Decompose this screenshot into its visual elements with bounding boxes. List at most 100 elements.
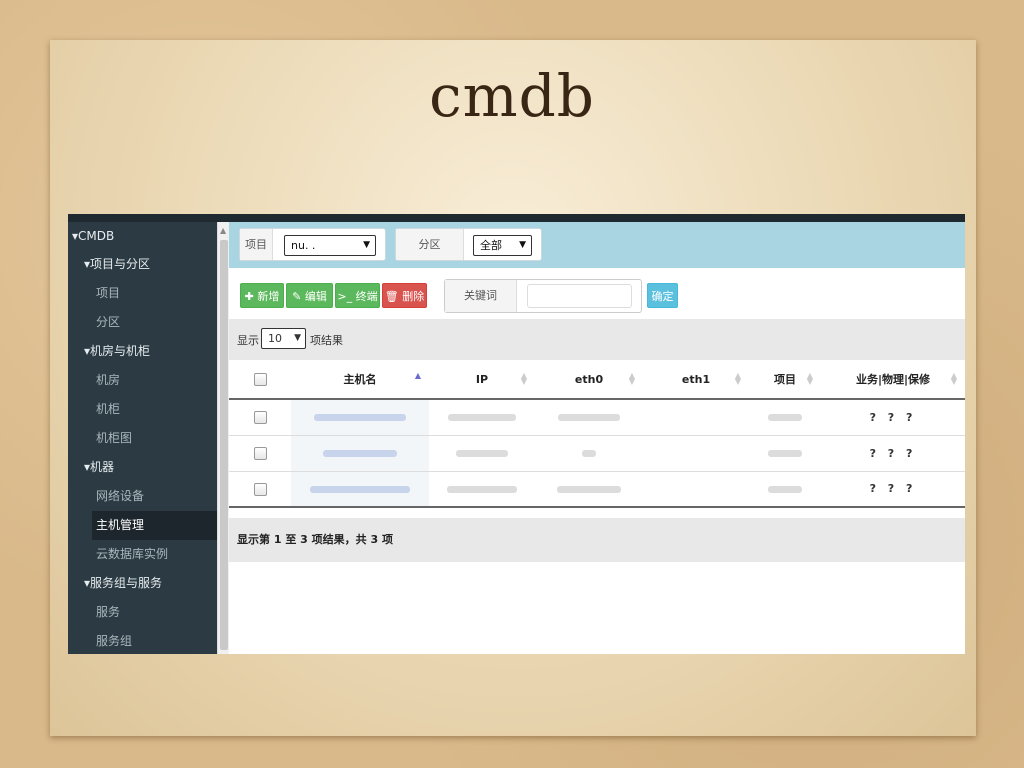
- sidebar-scrollbar[interactable]: ▲: [217, 222, 229, 654]
- ip-value: [456, 450, 508, 457]
- status-cell: ? ? ?: [821, 471, 965, 508]
- project-select[interactable]: nu. . ▼: [284, 235, 376, 256]
- column-eth1[interactable]: eth1 ▲ ▼: [643, 360, 749, 400]
- confirm-button[interactable]: 确定: [647, 283, 678, 308]
- table-info: 显示第 1 至 3 项结果，共 3 项: [229, 518, 965, 562]
- row-checkbox[interactable]: [253, 482, 267, 496]
- zone-filter: 分区 全部 ▼: [395, 228, 542, 261]
- sidebar-item-rack-map[interactable]: 机柜图: [68, 424, 217, 453]
- project-filter-label: 项目: [240, 229, 273, 260]
- action-bar: ✚ 新增 ✎ 编辑 >_ 终端 🗑 删除 关键词 确定: [229, 273, 965, 313]
- sort-icon: ▲ ▼: [950, 371, 957, 386]
- status-value: ? ? ?: [869, 410, 917, 424]
- project-value: [768, 414, 802, 422]
- select-all-checkbox[interactable]: [253, 372, 267, 386]
- add-button[interactable]: ✚ 新增: [240, 283, 284, 308]
- row-select-cell: [229, 435, 291, 472]
- project-cell: [749, 399, 821, 436]
- top-bar: [68, 214, 965, 222]
- hostname-cell[interactable]: [291, 471, 429, 508]
- ip-value: [447, 485, 517, 493]
- row-select-cell: [229, 471, 291, 508]
- edit-button[interactable]: ✎ 编辑: [286, 283, 333, 308]
- scroll-thumb[interactable]: [220, 240, 228, 650]
- column-project[interactable]: 项目 ▲ ▼: [749, 360, 821, 400]
- column-hostname-label: 主机名: [343, 373, 377, 386]
- ip-value: [448, 414, 516, 422]
- ip-cell: [429, 435, 535, 472]
- row-checkbox[interactable]: [253, 446, 267, 460]
- sidebar-item-service-group[interactable]: 服务组: [68, 627, 217, 654]
- column-ip[interactable]: IP ▲ ▼: [429, 360, 535, 400]
- keyword-input[interactable]: [527, 284, 632, 308]
- sidebar-item-host-management[interactable]: 主机管理: [92, 511, 217, 540]
- project-cell: [749, 435, 821, 472]
- project-value: [768, 485, 802, 493]
- row-checkbox[interactable]: [253, 411, 267, 424]
- table-row[interactable]: ? ? ?: [229, 399, 965, 436]
- eth0-cell: [535, 471, 643, 508]
- sidebar-item-idc[interactable]: 机房: [68, 366, 217, 395]
- sidebar-item-project[interactable]: 项目: [68, 279, 217, 308]
- column-eth0[interactable]: eth0 ▲ ▼: [535, 360, 643, 400]
- main-panel: 项目 nu. . ▼ 分区 全部 ▼ ✚ 新增 ✎ 编辑 >_ 终端 🗑 删除 …: [229, 222, 965, 654]
- column-eth1-label: eth1: [681, 372, 711, 386]
- delete-button[interactable]: 🗑 删除: [382, 283, 427, 308]
- eth0-cell: [535, 435, 643, 472]
- length-menu-bar: 显示 10 ▼ 项结果: [229, 319, 965, 360]
- sidebar-item-rack[interactable]: 机柜: [68, 395, 217, 424]
- eth1-cell: [643, 435, 749, 472]
- chevron-down-icon: ▼: [519, 240, 526, 250]
- column-project-label: 项目: [774, 373, 796, 386]
- column-status-label: 业务|物理|保修: [855, 373, 931, 386]
- column-status[interactable]: 业务|物理|保修 ▲ ▼: [821, 360, 965, 400]
- table-row[interactable]: ? ? ?: [229, 471, 965, 508]
- hostname-link[interactable]: [314, 414, 406, 422]
- keyword-label: 关键词: [445, 280, 517, 312]
- sort-asc-icon: ▲: [414, 371, 421, 380]
- zone-select-value: 全部: [480, 239, 502, 252]
- eth0-value: [557, 485, 621, 493]
- hostname-link[interactable]: [310, 485, 410, 493]
- length-prefix: 显示: [237, 334, 259, 347]
- sidebar-item-cloud-db[interactable]: 云数据库实例: [68, 540, 217, 569]
- column-ip-label: IP: [475, 372, 489, 386]
- scroll-up-icon[interactable]: ▲: [220, 226, 226, 235]
- table-header-row: 主机名 ▲ IP ▲ ▼ eth0 ▲ ▼ eth1 ▲ ▼ 项目 ▲ ▼ 业务|物理|保修 ▲ ▼: [229, 360, 965, 400]
- hostname-link[interactable]: [323, 450, 397, 457]
- column-hostname[interactable]: 主机名 ▲: [291, 360, 429, 400]
- sort-icon: ▲ ▼: [520, 371, 527, 386]
- chevron-down-icon: ▼: [363, 240, 370, 250]
- ip-cell: [429, 471, 535, 508]
- column-eth0-label: eth0: [574, 372, 604, 386]
- project-value: [768, 450, 802, 457]
- eth1-cell: [643, 471, 749, 508]
- sidebar-group-service[interactable]: ▾服务组与服务: [68, 569, 217, 598]
- sidebar-group-idc-rack[interactable]: ▾机房与机柜: [68, 337, 217, 366]
- sidebar-group-machine[interactable]: ▾机器: [68, 453, 217, 482]
- chevron-down-icon: ▼: [294, 333, 301, 343]
- page-length-select[interactable]: 10 ▼: [261, 328, 306, 349]
- row-select-cell: [229, 399, 291, 436]
- sidebar-root-cmdb[interactable]: ▾CMDB: [68, 222, 217, 250]
- hostname-cell[interactable]: [291, 435, 429, 472]
- eth0-value: [558, 414, 620, 422]
- hostname-cell[interactable]: [291, 399, 429, 436]
- table-row[interactable]: ? ? ?: [229, 435, 965, 472]
- terminal-button[interactable]: >_ 终端: [335, 283, 380, 308]
- project-select-value: nu. .: [291, 239, 316, 252]
- sidebar-group-project-zone[interactable]: ▾项目与分区: [68, 250, 217, 279]
- zone-select[interactable]: 全部 ▼: [473, 235, 532, 256]
- page-length-value: 10: [268, 332, 282, 345]
- sidebar-item-service[interactable]: 服务: [68, 598, 217, 627]
- sidebar-item-network-device[interactable]: 网络设备: [68, 482, 217, 511]
- slide-title: cmdb: [429, 62, 595, 130]
- select-all-cell: [229, 360, 291, 400]
- status-cell: ? ? ?: [821, 435, 965, 472]
- project-filter: 项目 nu. . ▼: [239, 228, 386, 261]
- sidebar: ▾CMDB ▾项目与分区 项目 分区 ▾机房与机柜 机房 机柜 机柜图 ▾机器 …: [68, 222, 217, 654]
- sidebar-item-zone[interactable]: 分区: [68, 308, 217, 337]
- project-cell: [749, 471, 821, 508]
- status-cell: ? ? ?: [821, 399, 965, 436]
- eth0-cell: [535, 399, 643, 436]
